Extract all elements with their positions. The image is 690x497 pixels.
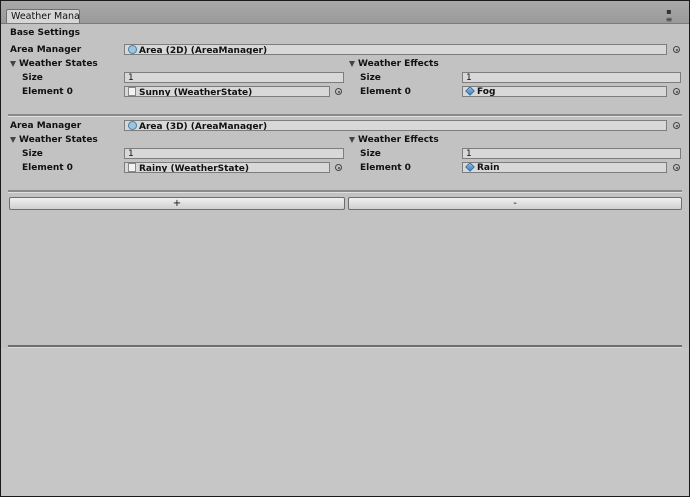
weather-effects-header: Weather Effects <box>358 135 439 145</box>
inspector-content: Base Settings Area Manager Area (2D) (Ar… <box>1 24 689 496</box>
weather-states-foldout[interactable]: Weather States <box>10 135 98 145</box>
effects-element-label: Element 0 <box>360 163 411 173</box>
effects-element-value: Rain <box>477 163 500 173</box>
states-element-field[interactable]: Rainy (WeatherState) <box>124 162 330 173</box>
effects-element-value: Fog <box>477 87 496 97</box>
editor-window: Weather Manag ▪ ≡ Base Settings Area Man… <box>0 0 690 497</box>
object-picker-icon[interactable] <box>673 88 680 95</box>
separator <box>8 190 682 193</box>
weather-effects-foldout[interactable]: Weather Effects <box>349 59 439 69</box>
states-element-field[interactable]: Sunny (WeatherState) <box>124 86 330 97</box>
effects-element-label: Element 0 <box>360 87 411 97</box>
effects-element-field[interactable]: Rain <box>462 162 667 173</box>
area-manager-label: Area Manager <box>10 45 82 55</box>
scrollbar[interactable] <box>682 24 688 344</box>
asset-icon <box>128 163 136 172</box>
states-size-label: Size <box>22 149 43 159</box>
separator <box>8 114 682 117</box>
weather-states-header: Weather States <box>19 135 98 145</box>
weather-states-header: Weather States <box>19 59 98 69</box>
area-manager-value: Area (2D) (AreaManager) <box>139 46 268 55</box>
states-element-label: Element 0 <box>22 87 73 97</box>
states-size-field[interactable]: 1 <box>124 72 344 83</box>
effects-size-field[interactable]: 1 <box>462 72 681 83</box>
base-settings-header: Base Settings <box>10 28 81 38</box>
triangle-down-icon <box>10 136 16 143</box>
area-manager-value: Area (3D) (AreaManager) <box>139 122 268 131</box>
states-element-value: Rainy (WeatherState) <box>139 164 250 173</box>
triangle-down-icon <box>10 60 16 67</box>
states-size-field[interactable]: 1 <box>124 148 344 159</box>
area-manager-field[interactable]: Area (2D) (AreaManager) <box>124 44 667 55</box>
asset-icon <box>128 87 136 96</box>
object-picker-icon[interactable] <box>673 164 680 171</box>
effects-size-label: Size <box>360 149 381 159</box>
states-element-value: Sunny (WeatherState) <box>139 88 253 97</box>
area-manager-label: Area Manager <box>10 121 82 131</box>
object-picker-icon[interactable] <box>335 164 342 171</box>
script-icon <box>128 45 137 54</box>
area-manager-field[interactable]: Area (3D) (AreaManager) <box>124 120 667 131</box>
tab-weather-manager[interactable]: Weather Manag <box>6 9 80 23</box>
object-picker-icon[interactable] <box>673 46 680 53</box>
states-element-label: Element 0 <box>22 163 73 173</box>
tab-bar: Weather Manag ▪ ≡ <box>1 1 689 24</box>
dropdown-menu-icon[interactable]: ≡ <box>663 16 675 24</box>
effects-size-label: Size <box>360 73 381 83</box>
object-picker-icon[interactable] <box>673 122 680 129</box>
add-button[interactable]: + <box>9 197 345 210</box>
states-size-label: Size <box>22 73 43 83</box>
script-icon <box>128 121 137 130</box>
object-picker-icon[interactable] <box>335 88 342 95</box>
prefab-cube-icon <box>465 163 475 172</box>
weather-effects-foldout[interactable]: Weather Effects <box>349 135 439 145</box>
triangle-down-icon <box>349 136 355 143</box>
effects-element-field[interactable]: Fog <box>462 86 667 97</box>
triangle-down-icon <box>349 60 355 67</box>
window-controls: ▪ ≡ <box>663 8 679 24</box>
weather-effects-header: Weather Effects <box>358 59 439 69</box>
remove-button[interactable]: - <box>348 197 682 210</box>
lower-panel <box>1 348 689 496</box>
weather-states-foldout[interactable]: Weather States <box>10 59 98 69</box>
prefab-cube-icon <box>465 87 475 96</box>
effects-size-field[interactable]: 1 <box>462 148 681 159</box>
